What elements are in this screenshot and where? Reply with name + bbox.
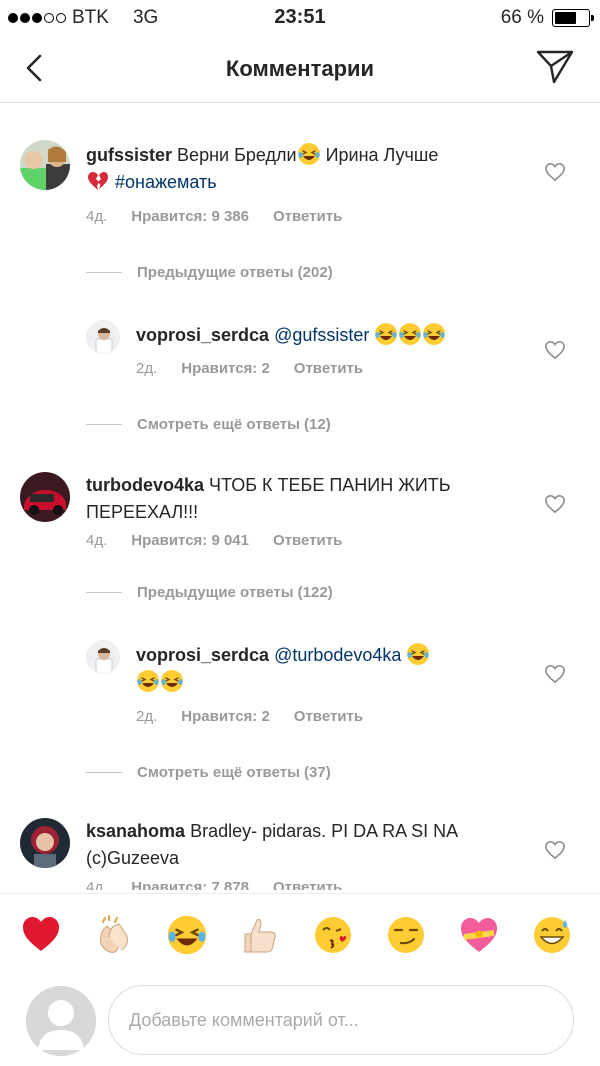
comment-meta: 4д. Нравится: 7 878 Ответить <box>86 879 342 890</box>
comment-username[interactable]: ksanahoma <box>86 821 185 841</box>
reply-username[interactable]: voprosi_serdca <box>136 325 269 345</box>
reply-text: voprosi_serdca @turbodevo4ka <box>136 642 526 696</box>
comment-text: gufssister Верни Бредли Ирина Лучше #она… <box>86 142 526 196</box>
previous-replies-link[interactable]: Предыдущие ответы (202) <box>137 264 333 281</box>
reply-button[interactable]: Ответить <box>294 360 363 377</box>
laughing-emoji-icon <box>406 642 430 666</box>
tears-of-joy-icon[interactable] <box>166 914 208 956</box>
nav-bar: Комментарии <box>0 36 600 103</box>
comment-time: 4д. <box>86 532 108 549</box>
broken-heart-icon <box>88 172 108 190</box>
comment-meta: 4д. Нравится: 9 386 Ответить <box>86 208 342 225</box>
comment-time: 4д. <box>86 208 108 225</box>
clapping-hands-icon[interactable] <box>93 914 135 956</box>
laughing-emoji-icon <box>374 322 398 346</box>
laughing-emoji-icon <box>297 142 321 166</box>
laughing-emoji-icon <box>160 669 184 693</box>
laughing-emoji-icon <box>422 322 446 346</box>
smirking-face-icon[interactable] <box>385 914 427 956</box>
paper-plane-icon[interactable] <box>534 46 576 88</box>
mention-link[interactable]: @turbodevo4ka <box>274 645 401 665</box>
quick-reactions-bar <box>0 893 600 977</box>
laughing-emoji-icon <box>398 322 422 346</box>
more-replies-link[interactable]: Смотреть ещё ответы (12) <box>137 416 331 433</box>
thread-divider <box>86 592 122 593</box>
battery-icon <box>552 9 594 27</box>
comment-text: ksanahoma Bradley- pidaras. PI DA RA SI … <box>86 818 526 872</box>
avatar[interactable] <box>86 640 120 674</box>
reply-button[interactable]: Ответить <box>273 879 342 890</box>
page-title: Комментарии <box>225 56 375 81</box>
comment-time: 4д. <box>86 879 108 890</box>
like-heart-icon[interactable] <box>544 162 566 182</box>
likes-count[interactable]: Нравится: 2 <box>181 360 270 377</box>
heart-with-ribbon-icon[interactable] <box>458 914 500 956</box>
thread-divider <box>86 772 122 773</box>
comment-meta: 4д. Нравится: 9 041 Ответить <box>86 532 342 549</box>
comments-list[interactable]: gufssister Верни Бредли Ирина Лучше #она… <box>0 104 600 890</box>
comment-body: Верни Бредли <box>177 145 297 165</box>
reply-time: 2д. <box>136 708 158 725</box>
avatar[interactable] <box>20 472 70 522</box>
kissing-face-icon[interactable] <box>312 914 354 956</box>
like-heart-icon[interactable] <box>544 840 566 860</box>
thumbs-up-icon[interactable] <box>239 914 281 956</box>
reply-button[interactable]: Ответить <box>273 208 342 225</box>
reply-time: 2д. <box>136 360 158 377</box>
likes-count[interactable]: Нравится: 9 041 <box>131 532 249 549</box>
comment-text: turbodevo4ka ЧТОБ К ТЕБЕ ПАНИН ЖИТЬ ПЕРЕ… <box>86 472 526 526</box>
comment-input[interactable] <box>108 985 574 1055</box>
comment-body-cont: Ирина Лучше <box>320 145 439 165</box>
status-bar: BTK 3G 23:51 66 % <box>0 0 600 36</box>
grinning-sweat-icon[interactable] <box>531 914 573 956</box>
likes-count[interactable]: Нравится: 9 386 <box>131 208 249 225</box>
battery-percent: 66 % <box>500 7 544 28</box>
mention-link[interactable]: @gufssister <box>274 325 369 345</box>
reply-button[interactable]: Ответить <box>294 708 363 725</box>
comment-username[interactable]: gufssister <box>86 145 172 165</box>
thread-divider <box>86 272 122 273</box>
like-heart-icon[interactable] <box>544 340 566 360</box>
likes-count[interactable]: Нравится: 2 <box>181 708 270 725</box>
reply-meta: 2д. Нравится: 2 Ответить <box>136 708 363 725</box>
red-heart-icon[interactable] <box>20 914 62 956</box>
more-replies-link[interactable]: Смотреть ещё ответы (37) <box>137 764 331 781</box>
likes-count[interactable]: Нравится: 7 878 <box>131 879 249 890</box>
avatar <box>26 986 96 1056</box>
comment-username[interactable]: turbodevo4ka <box>86 475 204 495</box>
like-heart-icon[interactable] <box>544 664 566 684</box>
reply-meta: 2д. Нравится: 2 Ответить <box>136 360 363 377</box>
reply-username[interactable]: voprosi_serdca <box>136 645 269 665</box>
battery-level <box>555 12 577 24</box>
laughing-emoji-icon <box>136 669 160 693</box>
avatar[interactable] <box>20 140 70 190</box>
reply-text: voprosi_serdca @gufssister <box>136 322 526 349</box>
reply-button[interactable]: Ответить <box>273 532 342 549</box>
avatar[interactable] <box>20 818 70 868</box>
avatar[interactable] <box>86 320 120 354</box>
hashtag-link[interactable]: #онажемать <box>115 172 217 192</box>
previous-replies-link[interactable]: Предыдущие ответы (122) <box>137 584 333 601</box>
comment-composer <box>0 977 600 1066</box>
like-heart-icon[interactable] <box>544 494 566 514</box>
thread-divider <box>86 424 122 425</box>
